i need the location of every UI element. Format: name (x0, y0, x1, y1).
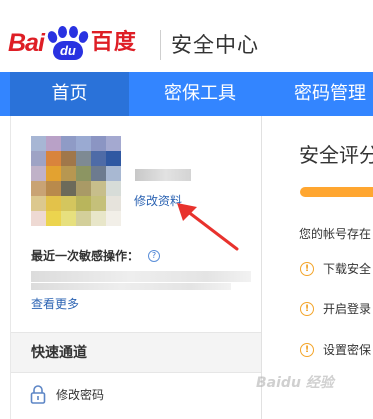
warning-item-download-security[interactable]: 下载安全 (323, 261, 371, 277)
logo-text-bai: Bai (8, 29, 45, 57)
nav-item-security-tools[interactable]: 密保工具 (138, 72, 262, 116)
security-score-title: 安全评分 (299, 143, 373, 167)
quick-access-title: 快速通道 (31, 345, 87, 361)
annotation-arrow-icon (177, 203, 239, 251)
paw-pad-text: du (52, 41, 83, 60)
lock-icon (30, 385, 46, 404)
security-score-progress-bar (300, 187, 373, 197)
header-divider (160, 30, 161, 60)
paw-icon: du (45, 26, 90, 60)
main-nav: 首页 密保工具 密码管理 (0, 72, 373, 116)
quick-access-header: 快速通道 (11, 332, 261, 373)
nav-item-password-management[interactable]: 密码管理 (268, 72, 373, 116)
recent-operation-blurred (31, 271, 251, 282)
warning-circle-icon: ! (300, 262, 314, 276)
recent-sensitive-operation-label: 最近一次敏感操作： (31, 249, 140, 263)
watermark: Baidu 经验 (256, 375, 334, 391)
recent-operation-blurred-2 (31, 283, 231, 290)
header: Bai du 百度 安全中心 (0, 0, 373, 72)
baidu-logo[interactable]: Bai du 百度 (8, 26, 137, 60)
warning-item-enable-login-protection[interactable]: 开启登录 (323, 301, 371, 317)
warning-item-set-security-question[interactable]: 设置密保 (323, 342, 371, 358)
warning-circle-icon: ! (300, 343, 314, 357)
view-more-link[interactable]: 查看更多 (31, 296, 79, 312)
help-icon[interactable]: ? (148, 250, 160, 262)
security-score-description: 您的帐号存在 (299, 227, 372, 241)
username-blurred (135, 169, 191, 181)
nav-item-home[interactable]: 首页 (10, 72, 129, 116)
warning-circle-icon: ! (300, 302, 314, 316)
logo-text-cn: 百度 (90, 30, 137, 55)
quick-item-change-password[interactable]: 修改密码 (56, 387, 104, 403)
account-sidebar: 修改资料 最近一次敏感操作： ? 查看更多 快速通道 修改密码 (10, 116, 262, 419)
page-title: 安全中心 (171, 33, 259, 57)
avatar[interactable] (31, 136, 121, 226)
